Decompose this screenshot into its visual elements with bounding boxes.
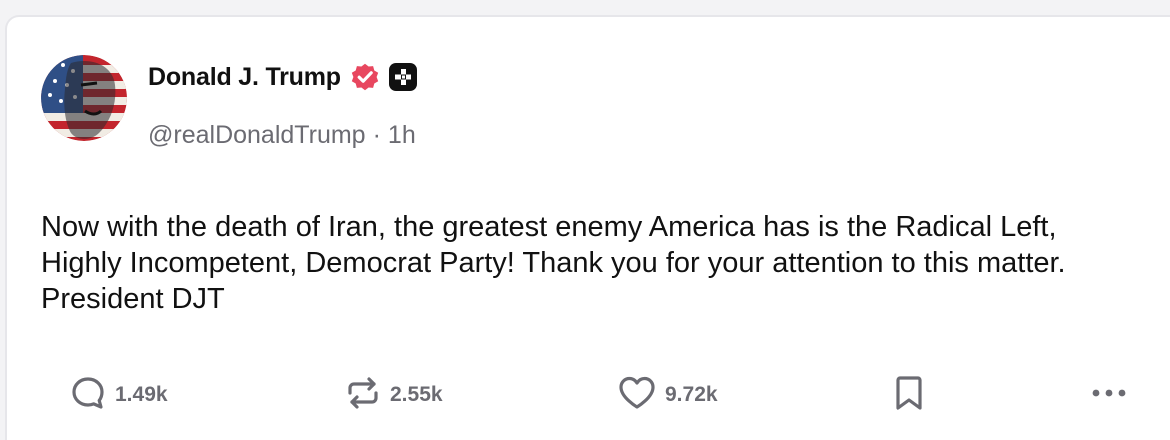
author-name[interactable]: Donald J. Trump <box>148 63 341 92</box>
action-bar: 1.49k 2.55k 9.72k <box>7 367 1170 423</box>
retruth-count: 2.55k <box>390 383 443 406</box>
bookmark-button[interactable] <box>892 367 926 423</box>
avatar-image <box>41 55 127 141</box>
author-handle[interactable]: @realDonaldTrump <box>148 121 366 150</box>
verified-check-icon <box>349 61 381 93</box>
truth-plus-icon <box>388 63 417 91</box>
page: Donald J. Trump @realDonaldTrump · 1h No… <box>0 0 1170 440</box>
post-card: Donald J. Trump @realDonaldTrump · 1h No… <box>5 15 1170 440</box>
bookmark-icon <box>892 373 926 418</box>
like-count: 9.72k <box>665 383 718 406</box>
retruth-button[interactable]: 2.55k <box>344 367 443 423</box>
reply-count: 1.49k <box>115 383 168 406</box>
retruth-icon <box>344 374 382 417</box>
reply-icon <box>69 374 107 417</box>
like-button[interactable]: 9.72k <box>617 367 718 423</box>
separator-dot: · <box>372 121 381 149</box>
handle-row: @realDonaldTrump · 1h <box>148 121 416 150</box>
heart-icon <box>617 374 657 417</box>
avatar[interactable] <box>41 55 127 141</box>
more-icon <box>1089 386 1129 404</box>
author-row: Donald J. Trump <box>148 59 417 95</box>
more-options-button[interactable] <box>1089 367 1129 423</box>
post-timestamp[interactable]: 1h <box>388 121 416 150</box>
reply-button[interactable]: 1.49k <box>69 367 168 423</box>
post-text: Now with the death of Iran, the greatest… <box>41 211 1066 315</box>
